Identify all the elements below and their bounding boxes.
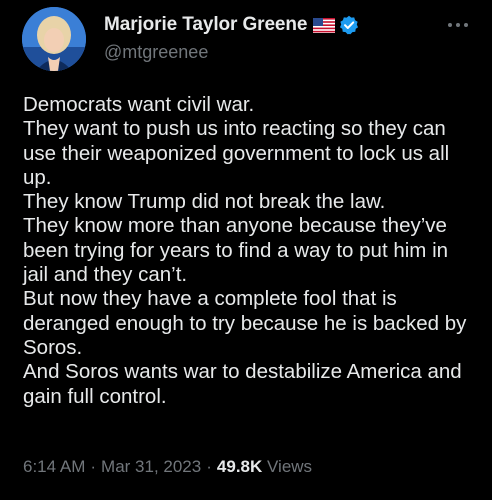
tweet-text: Democrats want civil war. They want to p…	[23, 93, 467, 408]
author-avatar[interactable]	[22, 7, 86, 71]
author-header: Marjorie Taylor Greene @mtgreenee	[104, 12, 359, 63]
avatar-image	[22, 7, 86, 71]
verified-badge-icon	[339, 15, 359, 35]
meta-separator: ·	[90, 457, 97, 476]
tweet-date[interactable]: Mar 31, 2023	[101, 457, 201, 476]
views-count: 49.8K	[216, 457, 263, 476]
more-options-icon[interactable]	[446, 16, 470, 27]
tweet-time[interactable]: 6:14 AM	[23, 457, 85, 476]
author-display-name[interactable]: Marjorie Taylor Greene	[104, 14, 307, 36]
meta-separator: ·	[206, 457, 212, 476]
author-handle[interactable]: @mtgreenee	[104, 42, 359, 63]
tweet-meta: 6:14 AM · Mar 31, 2023 · 49.8K Views	[23, 457, 312, 477]
tweet-card: Marjorie Taylor Greene @mtgreenee Democr…	[0, 0, 492, 500]
us-flag-icon	[313, 17, 336, 33]
views-label: Views	[267, 457, 313, 476]
name-row: Marjorie Taylor Greene	[104, 12, 359, 38]
